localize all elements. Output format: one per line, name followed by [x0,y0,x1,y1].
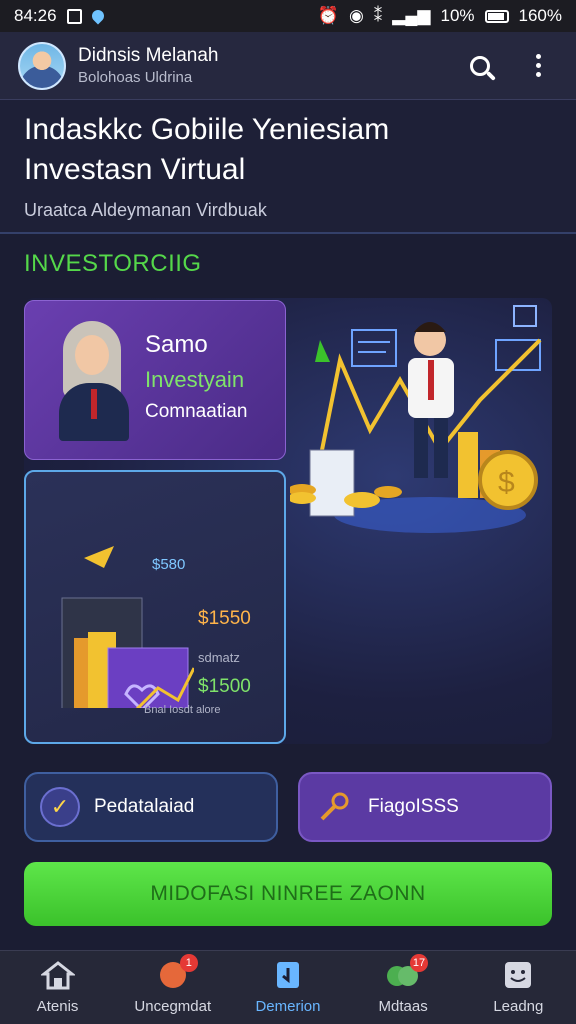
page-title-line1: Indaskkc Gobiile Yeniesiam [24,113,390,146]
alarm-icon: ⏰ [317,6,339,25]
app-header: Didnsis Melanah Bolohoas Uldrina [0,32,576,100]
nav-label-home: Atenis [36,998,79,1015]
portfolio-footnote: Bnal Iosdt alore [144,704,221,716]
pedatalaiad-button[interactable]: ✓ Pedatalaiad [24,772,278,842]
promo-line3: Comnaatian [145,401,248,422]
nav-item-people[interactable]: 17 Mdtaas [346,954,461,1015]
avatar[interactable] [18,41,66,90]
screenshot-icon [66,8,82,24]
svg-text:$: $ [498,466,515,499]
promo-line2: Investyain [145,367,245,392]
battery-percent-right: 160% [518,6,562,25]
hero-section: Indaskkc Gobiile Yeniesiam Investasn Vir… [0,100,576,234]
status-bar: 84:26 ⏰ ◉ ⁑ ▂▄▆ 10% 160% [0,0,576,32]
status-time: 84:26 [14,6,57,25]
nav-label-leading: Leadng [493,998,544,1015]
portfolio-card[interactable]: $580 $1550 sdmatz $1500 Bnal Iosdt alore [24,470,286,744]
progress-button[interactable]: FiagoISSS [298,772,552,842]
primary-cta-button[interactable]: MIDOFASI NINREE ZAONN [24,862,552,926]
check-icon: ✓ [40,787,80,827]
user-name: Didnsis Melanah [78,45,219,66]
progress-label: FiagoISSS [368,796,459,817]
pedatalaiad-label: Pedatalaiad [94,796,195,817]
nav-item-document[interactable]: Demerion [230,960,345,1015]
nav-label-people: Mdtaas [378,998,428,1015]
page-subtitle: Uraatca Aldeymanan Virdbuak [24,200,267,220]
search-icon [470,55,490,76]
promo-line1: Samo [145,331,208,358]
portfolio-value-1: $580 [152,556,186,573]
more-vert-icon [535,54,541,77]
bottom-nav: Atenis 1 Uncegmdat Demerion 17 Mdtaas Le… [0,950,576,1024]
section-label: INVESTORCIIG [24,250,202,277]
portfolio-label: sdmatz [198,650,240,665]
nav-badge-chart: 1 [179,954,198,972]
primary-cta-label: MIDOFASI NINREE ZAONN [150,882,426,905]
signal-icon: ▂▄▆ [392,6,431,25]
promo-text: Samo Investyain Comnaatian [145,331,247,423]
books-chart-illustration [61,546,194,708]
nav-label-chart: Uncegmdat [134,998,212,1015]
nav-badge-people: 17 [409,954,429,972]
vibrate-icon: ⁑ [373,6,383,25]
battery-icon [484,9,509,23]
page-title-line2: Investasn Virtual [24,153,246,186]
home-icon [40,961,75,990]
battery-percent-left: 10% [440,6,475,25]
search-button[interactable] [460,46,500,86]
status-right: ⏰ ◉ ⁑ ▂▄▆ 10% 160% [318,6,562,26]
data-saver-icon [89,7,107,25]
nav-item-leading[interactable]: Leadng [461,960,576,1015]
people-icon: 17 [386,954,429,990]
nav-item-home[interactable]: Atenis [0,960,115,1015]
nav-item-chart[interactable]: 1 Uncegmdat [115,954,230,1015]
document-icon [276,962,299,988]
more-options-button[interactable] [518,46,558,86]
portfolio-value-3: $1500 [198,676,251,697]
smiley-icon [505,962,532,988]
promo-card[interactable]: Samo Investyain Comnaatian [24,300,286,460]
wifi-icon: ◉ [348,6,364,25]
chart-icon: 1 [156,954,198,990]
user-info: Didnsis Melanah Bolohoas Uldrina [78,45,442,86]
portfolio-value-2: $1550 [198,608,251,629]
nav-label-document: Demerion [255,998,321,1015]
presenter-illustration [55,321,135,441]
status-left: 84:26 [14,6,107,26]
microphone-icon [314,787,354,827]
user-subtitle: Bolohoas Uldrina [78,69,193,86]
investor-illustration: $ [290,305,542,533]
